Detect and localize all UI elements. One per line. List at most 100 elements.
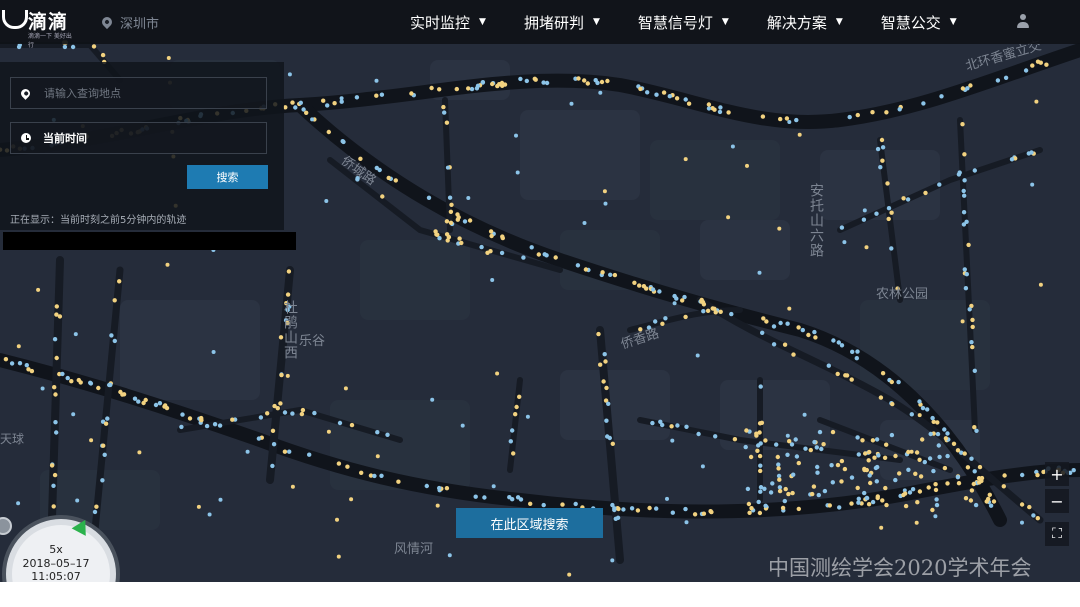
map-label-dujuanshan: 杜鹃山西 bbox=[282, 300, 298, 360]
vehicle-dot bbox=[875, 494, 880, 499]
vehicle-dot bbox=[336, 554, 341, 559]
vehicle-dot bbox=[995, 78, 1001, 83]
vehicle-dot bbox=[821, 442, 826, 447]
nav-congestion-analysis[interactable]: 拥堵研判 ▼ bbox=[524, 0, 600, 44]
playback-dial[interactable]: 5x 2018–05–17 11:05:07 bbox=[0, 513, 126, 582]
playback-knob-icon[interactable] bbox=[0, 517, 12, 535]
vehicle-dot bbox=[968, 498, 974, 503]
vehicle-dot bbox=[815, 464, 820, 470]
vehicle-dot bbox=[379, 473, 384, 478]
map-road bbox=[596, 326, 624, 564]
vehicle-dot bbox=[674, 296, 679, 301]
vehicle-dot bbox=[279, 372, 284, 378]
nav-solutions[interactable]: 解决方案 ▼ bbox=[767, 0, 843, 44]
vehicle-dot bbox=[560, 502, 565, 507]
fullscreen-button[interactable]: ⛶ bbox=[1045, 522, 1069, 546]
zoom-out-button[interactable]: − bbox=[1045, 489, 1069, 513]
vehicle-dot bbox=[757, 430, 762, 435]
vehicle-dot bbox=[601, 379, 606, 384]
vehicle-dot bbox=[621, 507, 626, 512]
vehicle-dot bbox=[961, 188, 966, 194]
vehicle-dot bbox=[638, 86, 643, 92]
vehicle-dot bbox=[1035, 516, 1041, 521]
vehicle-dot bbox=[862, 490, 867, 496]
vehicle-dot bbox=[385, 432, 390, 437]
vehicle-dot bbox=[661, 90, 667, 95]
vehicle-dot bbox=[658, 419, 663, 424]
nav-smart-bus[interactable]: 智慧公交 ▼ bbox=[881, 0, 957, 44]
vehicle-dot bbox=[488, 229, 494, 234]
vehicle-dot bbox=[757, 510, 763, 516]
location-search-input[interactable] bbox=[44, 86, 244, 100]
vehicle-dot bbox=[909, 449, 914, 454]
user-icon[interactable] bbox=[1016, 14, 1030, 30]
vehicle-dot bbox=[598, 362, 603, 367]
vehicle-dot bbox=[856, 452, 861, 457]
vehicle-dot bbox=[961, 222, 967, 227]
vehicle-dot bbox=[692, 512, 698, 517]
vehicle-dot bbox=[258, 415, 264, 420]
vehicle-dot bbox=[920, 437, 925, 442]
vehicle-dot bbox=[349, 422, 355, 428]
vehicle-dot bbox=[791, 352, 796, 357]
vehicle-dot bbox=[326, 429, 331, 434]
vehicle-dot bbox=[1020, 520, 1024, 525]
location-field[interactable] bbox=[10, 77, 267, 109]
vehicle-dot bbox=[835, 462, 841, 468]
vehicle-dot bbox=[335, 517, 339, 522]
vehicle-dot bbox=[675, 423, 680, 428]
vehicle-dot bbox=[965, 86, 970, 91]
vehicle-dot bbox=[874, 437, 880, 442]
vehicle-dot bbox=[430, 397, 435, 402]
vehicle-dot bbox=[466, 86, 471, 91]
vehicle-dot bbox=[696, 431, 701, 437]
nav-smart-signal[interactable]: 智慧信号灯 ▼ bbox=[638, 0, 729, 44]
didi-logo-icon bbox=[2, 10, 28, 29]
time-field[interactable]: 当前时间 bbox=[10, 122, 267, 154]
vehicle-dot bbox=[921, 101, 926, 106]
vehicle-dot bbox=[290, 411, 295, 416]
vehicle-dot bbox=[861, 217, 867, 222]
vehicle-dot bbox=[876, 453, 881, 458]
vehicle-dot bbox=[1031, 513, 1036, 518]
vehicle-dot bbox=[218, 497, 223, 502]
vehicle-dot bbox=[790, 490, 795, 496]
vehicle-dot bbox=[802, 412, 807, 417]
vehicle-dot bbox=[811, 484, 817, 489]
map-canvas[interactable]: 农林公园 安托山六路 乐谷 杜鹃山西 风情河 侨香路 侨城路 天球 北环香蜜立交… bbox=[0, 0, 1080, 582]
vehicle-dot bbox=[763, 503, 768, 508]
vehicle-dot bbox=[437, 236, 442, 241]
vehicle-dot bbox=[73, 332, 78, 337]
vehicle-dot bbox=[359, 470, 364, 475]
vehicle-dot bbox=[644, 286, 649, 291]
vehicle-dot bbox=[870, 438, 876, 443]
vehicle-dot bbox=[850, 349, 855, 354]
vehicle-dot bbox=[955, 448, 961, 453]
search-button[interactable]: 搜索 bbox=[187, 165, 268, 189]
vehicle-dot bbox=[986, 496, 991, 502]
vehicle-dot bbox=[479, 244, 484, 250]
city-selector[interactable]: 深圳市 bbox=[99, 12, 159, 32]
vehicle-dot bbox=[903, 503, 909, 509]
vehicle-dot bbox=[701, 511, 707, 516]
vehicle-dot bbox=[629, 506, 635, 511]
vehicle-dot bbox=[889, 432, 895, 438]
nav-realtime-monitoring[interactable]: 实时监控 ▼ bbox=[410, 0, 486, 44]
vehicle-dot bbox=[65, 375, 70, 381]
didi-logo[interactable]: 滴滴 滴滴一下 美好出行 bbox=[0, 6, 76, 49]
vehicle-dot bbox=[937, 182, 942, 187]
vehicle-dot bbox=[890, 401, 895, 407]
search-this-area-button[interactable]: 在此区域搜索 bbox=[456, 508, 603, 538]
vehicle-dot bbox=[955, 475, 961, 480]
vehicle-dot bbox=[256, 436, 262, 441]
vehicle-dot bbox=[717, 109, 723, 115]
vehicle-dot bbox=[444, 120, 450, 125]
vehicle-dot bbox=[700, 464, 705, 469]
zoom-in-button[interactable]: + bbox=[1045, 462, 1069, 486]
vehicle-dot bbox=[966, 242, 971, 248]
vehicle-dot bbox=[491, 484, 496, 489]
vehicle-dot bbox=[670, 510, 675, 515]
vehicle-dot bbox=[705, 308, 711, 313]
vehicle-dot bbox=[462, 219, 468, 224]
vehicle-dot bbox=[856, 496, 861, 501]
